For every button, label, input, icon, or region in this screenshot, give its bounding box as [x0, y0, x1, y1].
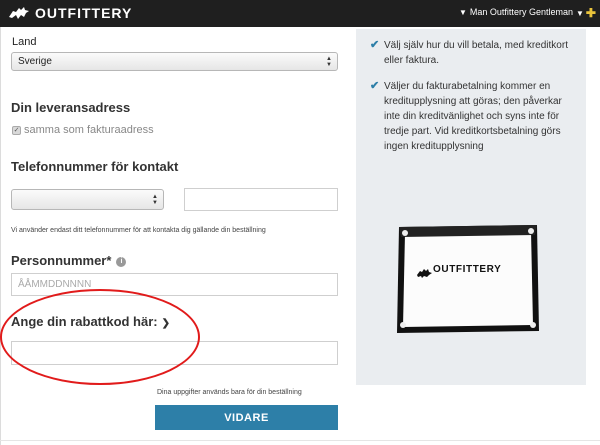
- box-brand-text: OUTFITTERY: [433, 264, 502, 275]
- user-menu[interactable]: ▼ Man Outfittery Gentleman: [459, 7, 573, 17]
- same-as-billing-label: samma som fakturaadress: [24, 124, 154, 136]
- wolf-logo-icon: [9, 7, 29, 19]
- user-menu-label: Man Outfittery Gentleman: [469, 7, 573, 17]
- left-divider: [0, 27, 1, 445]
- caret-down-icon[interactable]: ▼: [576, 9, 584, 18]
- same-as-billing-row: ✓ samma som fakturaadress: [12, 124, 154, 136]
- personal-number-heading: Personnummer* i: [11, 253, 127, 268]
- personal-number-placeholder: ÅÅMMDDNNNN: [18, 279, 92, 290]
- info-bullet: ✔ Väljer du fakturabetalning kommer en k…: [370, 79, 574, 154]
- phone-input[interactable]: [184, 188, 338, 211]
- info-icon[interactable]: i: [116, 256, 127, 267]
- top-bar: OUTFITTERY ▼ Man Outfittery Gentleman ▼ ✚: [0, 0, 600, 27]
- data-note: Dina uppgifter används bara för din best…: [157, 389, 302, 396]
- personal-number-label: Personnummer*: [11, 253, 112, 268]
- caret-down-icon: ▼: [459, 8, 467, 17]
- select-arrows-icon: ▲ ▼: [326, 55, 332, 68]
- outfittery-box-image: [397, 225, 539, 333]
- phone-note: Vi använder endast ditt telefonnummer fö…: [11, 227, 266, 234]
- brand-logo[interactable]: OUTFITTERY: [8, 5, 132, 21]
- info-bullet: ✔ Välj själv hur du vill betala, med kre…: [370, 38, 574, 68]
- highlight-annotation: [0, 289, 200, 385]
- bottom-divider: [0, 440, 600, 441]
- delivery-heading: Din leveransadress: [11, 100, 131, 115]
- phone-heading: Telefonnummer för kontakt: [11, 159, 179, 174]
- same-as-billing-checkbox[interactable]: ✓: [12, 125, 21, 135]
- header-actions: ▼ ✚: [576, 6, 596, 20]
- submit-button[interactable]: VIDARE: [155, 405, 338, 430]
- country-select[interactable]: Sverige ▲ ▼: [11, 52, 338, 71]
- plus-icon[interactable]: ✚: [586, 6, 596, 20]
- info-bullet-text: Välj själv hur du vill betala, med kredi…: [384, 40, 568, 66]
- info-sidebar: ✔ Välj själv hur du vill betala, med kre…: [356, 29, 586, 385]
- select-arrows-icon: ▲ ▼: [152, 193, 158, 206]
- phone-country-select[interactable]: ▲ ▼: [11, 189, 164, 210]
- country-label: Land: [12, 36, 37, 48]
- brand-name: OUTFITTERY: [35, 5, 133, 21]
- country-select-value: Sverige: [18, 56, 52, 67]
- checkmark-icon: ✔: [370, 39, 380, 51]
- info-bullet-text: Väljer du fakturabetalning kommer en kre…: [384, 81, 562, 152]
- checkmark-icon: ✔: [370, 80, 380, 92]
